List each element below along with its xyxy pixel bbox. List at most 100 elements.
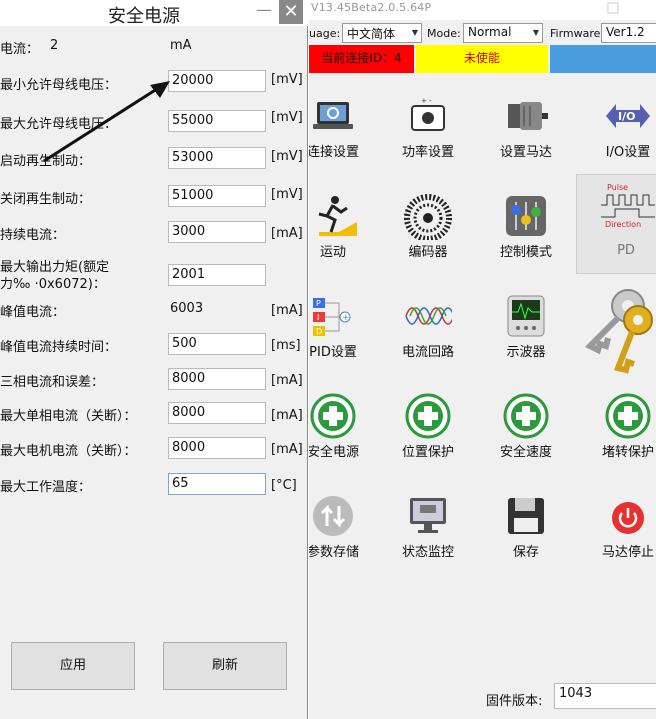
tile-label: 状态监控 [401, 545, 454, 560]
apply-button[interactable]: 应用 [11, 642, 135, 690]
language-select[interactable]: 中文简体 ▼ [342, 23, 422, 43]
pid-diagram-icon: P I D + [313, 298, 351, 336]
max-output-torque-input[interactable]: 2001 [168, 264, 266, 286]
power-stop-icon [612, 502, 644, 534]
field-label: 最大工作温度： [0, 480, 92, 495]
field-label: 最大允许母线电压： [0, 117, 118, 132]
svg-text:P: P [316, 299, 321, 308]
field-label: 三相电流和误差： [0, 375, 105, 390]
tile-label: 连接设置 [309, 145, 359, 160]
laptop-settings-icon [313, 102, 353, 129]
tile-safe-speed[interactable]: 安全速度 [476, 384, 576, 482]
unit-label: [mA] [271, 442, 303, 457]
max-single-phase-current-input[interactable]: 8000 [168, 402, 266, 424]
tile-io-settings[interactable]: I/O I/O设置 [578, 84, 656, 182]
svg-text:I: I [317, 313, 319, 322]
unit-label: [mA] [271, 303, 303, 318]
close-icon[interactable]: ✕ [279, 0, 303, 24]
tile-label: 参数存储 [309, 545, 359, 560]
sine-waves-icon [405, 307, 452, 325]
mode-label: Mode: [427, 27, 461, 40]
tile-label: 控制模式 [499, 245, 552, 260]
chevron-down-icon: ▼ [532, 28, 539, 37]
tile-encoder[interactable]: 编码器 [378, 184, 478, 282]
regen-brake-off-input[interactable]: 51000 [168, 185, 266, 207]
tile-pd[interactable]: Pulse Direction PD [576, 174, 656, 274]
unit-label: [mV] [271, 149, 303, 164]
unit-label: [mA] [271, 408, 303, 423]
chevron-down-icon: ▼ [411, 28, 418, 37]
tile-connection-settings[interactable]: 连接设置 [309, 84, 383, 182]
tile-status-monitor[interactable]: 状态监控 [378, 484, 478, 582]
mode-select[interactable]: Normal ▼ [463, 23, 543, 43]
tile-motor-stop[interactable]: 马达停止 [578, 484, 656, 582]
field-label: 最小允许母线电压： [0, 78, 118, 93]
tile-label: I/O设置 [605, 145, 651, 160]
tile-control-mode[interactable]: 控制模式 [476, 184, 576, 282]
firmware-select[interactable]: Ver1.2 [601, 23, 656, 43]
regen-brake-on-input[interactable]: 53000 [168, 147, 266, 169]
tile-position-protection[interactable]: 位置保护 [378, 384, 478, 482]
unit-label: [mA] [271, 226, 303, 241]
current-value: 2 [50, 38, 59, 53]
language-label: uage: [309, 27, 341, 40]
main-titlebar: V13.45Beta2.0.5.64P [309, 0, 656, 20]
enable-status-text: 未使能 [463, 51, 500, 65]
tile-label: 运动 [319, 245, 346, 260]
tile-label: 安全电源 [309, 445, 359, 460]
field-label-line2: 力‰ ·0x6072)： [0, 277, 106, 292]
continuous-current-input[interactable]: 3000 [168, 221, 266, 243]
tile-label: 保存 [512, 545, 539, 560]
tile-motor-settings[interactable]: 设置马达 [476, 84, 576, 182]
safety-cross-icon [503, 393, 549, 439]
dialog-title: 安全电源 [108, 6, 180, 27]
max-bus-voltage-input[interactable]: 55000 [168, 110, 266, 132]
pulse-direction-icon: Pulse Direction [601, 183, 655, 229]
restore-icon[interactable] [607, 2, 619, 14]
tile-label: 安全速度 [499, 445, 552, 460]
tile-safety-power[interactable]: 安全电源 [309, 384, 383, 482]
tile-parameter-storage[interactable]: 参数存储 [309, 484, 383, 582]
svg-text:+: + [342, 313, 350, 323]
pulse-text: Pulse [607, 183, 628, 192]
field-label: 最大电机电流（关断）： [0, 444, 137, 459]
firmware-version-field[interactable]: 1043 [554, 683, 656, 709]
power-supply-icon: + - [411, 97, 445, 131]
svg-text:+ -: + - [421, 97, 432, 105]
tile-oscilloscope[interactable]: 示波器 [476, 284, 576, 382]
main-toolbar: uage: 中文简体 ▼ Mode: Normal ▼ Firmware: Ve… [309, 22, 656, 46]
safety-cross-icon [405, 393, 451, 439]
safety-cross-icon [310, 393, 356, 439]
peak-current-duration-input[interactable]: 500 [168, 333, 266, 355]
tile-pid-settings[interactable]: P I D + PID设置 [309, 284, 383, 382]
tile-label: 位置保护 [401, 445, 454, 460]
firmware-label: Firmware: [550, 27, 605, 40]
tile-stall-protection[interactable]: 堵转保护 [578, 384, 656, 482]
max-motor-current-input[interactable]: 8000 [168, 437, 266, 459]
min-bus-voltage-input[interactable]: 20000 [168, 70, 266, 92]
current-unit: mA [170, 38, 192, 53]
firmware-value: Ver1.2 [606, 25, 645, 39]
three-phase-error-input[interactable]: 8000 [168, 368, 266, 390]
field-label: 电流： [0, 42, 40, 57]
tile-label: 功率设置 [401, 145, 454, 160]
safety-cross-icon [605, 393, 651, 439]
io-arrows-icon: I/O [606, 104, 650, 128]
status-indicator-blue [550, 45, 656, 73]
tile-motion[interactable]: 运动 [309, 184, 383, 282]
refresh-button[interactable]: 刷新 [163, 642, 287, 690]
tile-save[interactable]: 保存 [476, 484, 576, 582]
field-label: 启动再生制动： [0, 154, 92, 169]
unit-label: [mV] [271, 72, 303, 87]
main-window: V13.45Beta2.0.5.64P uage: 中文简体 ▼ Mode: N… [309, 0, 656, 719]
field-label: 关闭再生制动： [0, 192, 92, 207]
field-label: 持续电流： [0, 228, 66, 243]
tile-keys[interactable] [576, 272, 656, 382]
tile-label: 电流回路 [401, 345, 454, 360]
field-label: 最大单相电流（关断）： [0, 409, 137, 424]
tile-power-settings[interactable]: + - 功率设置 [378, 84, 478, 182]
main-window-title: V13.45Beta2.0.5.64P [311, 1, 432, 14]
minimize-icon[interactable]: — [252, 0, 276, 24]
max-temperature-input[interactable]: 65 [168, 473, 266, 495]
tile-current-loop[interactable]: 电流回路 [378, 284, 478, 382]
